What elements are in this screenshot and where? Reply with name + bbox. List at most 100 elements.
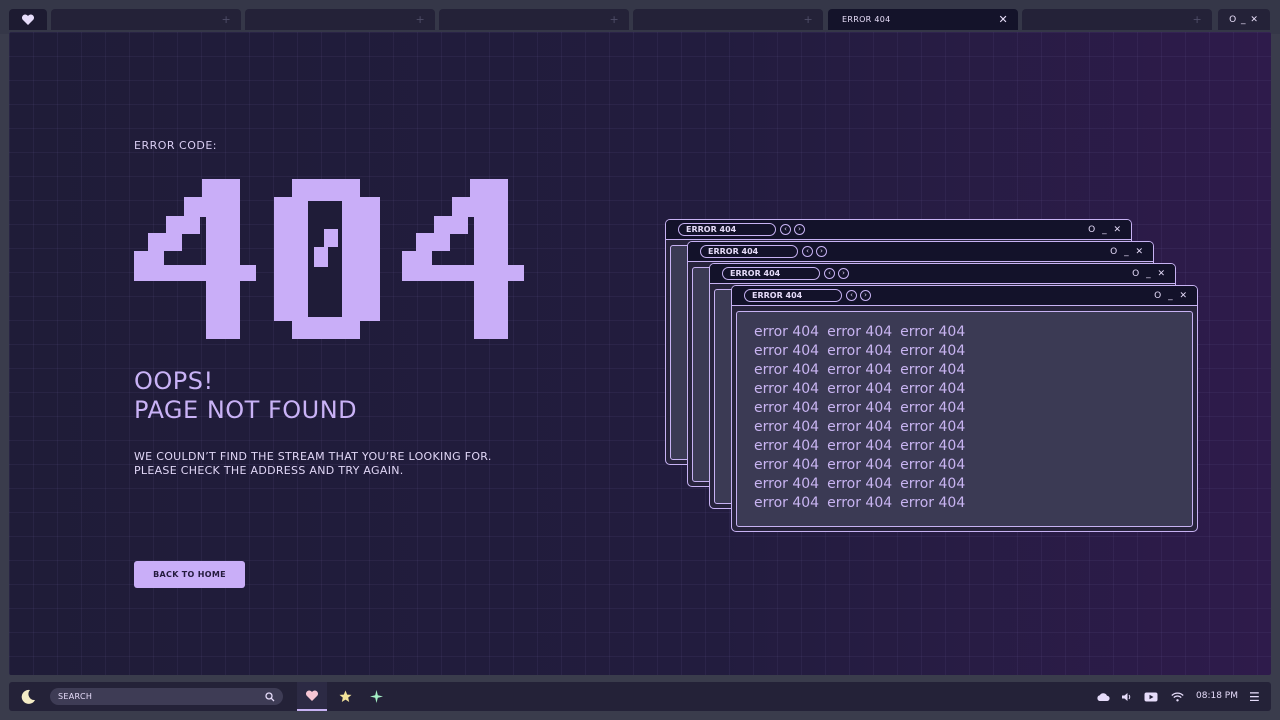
window-title: ERROR 404	[700, 245, 798, 258]
moon-icon[interactable]	[19, 688, 37, 706]
error-text-item: error 404	[900, 361, 966, 378]
window-body: error 404 error 404 error 404 error 404 erro…	[736, 311, 1193, 527]
error-text-item: error 404	[827, 475, 893, 492]
error-text-item: error 404	[754, 342, 820, 359]
error-text-item: error 404	[900, 418, 966, 435]
error-text-item: error 404	[754, 399, 820, 416]
error-text-item: error 404	[827, 418, 893, 435]
search-input[interactable]: SEARCH	[50, 688, 283, 705]
back-arrow-icon[interactable]: ‹	[780, 224, 791, 235]
plus-icon[interactable]: +	[221, 13, 231, 26]
error-text-item: error 404	[754, 361, 820, 378]
error-text-item: error 404	[827, 456, 893, 473]
window-controls[interactable]: O _ ✕	[1218, 9, 1270, 30]
back-arrow-icon[interactable]: ‹	[824, 268, 835, 279]
error-text-item: error 404	[754, 494, 820, 511]
error-text-row: error 404 error 404 error 404	[754, 341, 965, 360]
heart-icon	[21, 13, 35, 25]
sparkle-icon	[369, 690, 383, 703]
taskbar-app-sparkle[interactable]	[361, 682, 391, 711]
window-titlebar[interactable]: ERROR 404 ‹ › O _ ✕	[710, 264, 1175, 284]
tab-bar: + + + + ERROR 404 ✕ + O _ ✕	[0, 0, 1280, 34]
forward-arrow-icon[interactable]: ›	[860, 290, 871, 301]
search-icon[interactable]	[265, 691, 275, 702]
page-heading: OOPS! PAGE NOT FOUND	[134, 367, 357, 425]
error-text-item: error 404	[827, 494, 893, 511]
error-text-item: error 404	[754, 456, 820, 473]
error-text-row: error 404 error 404 error 404	[754, 474, 965, 493]
window-title: ERROR 404	[722, 267, 820, 280]
plus-icon[interactable]: +	[415, 13, 425, 26]
window-controls[interactable]: O _ ✕	[1132, 269, 1167, 279]
plus-icon[interactable]: +	[803, 13, 813, 26]
volume-icon[interactable]	[1120, 690, 1134, 703]
error-text-row: error 404 error 404 error 404	[754, 436, 965, 455]
menu-icon[interactable]: ☰	[1249, 690, 1260, 704]
error-text-item: error 404	[827, 437, 893, 454]
error-text-row: error 404 error 404 error 404	[754, 360, 965, 379]
tab-4[interactable]: +	[633, 9, 823, 30]
window-controls[interactable]: O _ ✕	[1088, 225, 1123, 235]
tab-error-404[interactable]: ERROR 404 ✕	[828, 9, 1018, 30]
heading-line-2: PAGE NOT FOUND	[134, 396, 358, 424]
error-text-row: error 404 error 404 error 404	[754, 322, 965, 341]
description-line-1: WE COULDN’T FIND THE STREAM THAT YOU’RE …	[134, 450, 492, 463]
error-text-item: error 404	[827, 361, 893, 378]
window-titlebar[interactable]: ERROR 404 ‹ › O _ ✕	[732, 286, 1197, 306]
back-arrow-icon[interactable]: ‹	[802, 246, 813, 257]
window-controls[interactable]: O _ ✕	[1110, 247, 1145, 257]
plus-icon[interactable]: +	[1192, 13, 1202, 26]
tab-2[interactable]: +	[245, 9, 435, 30]
error-text-item: error 404	[900, 323, 966, 340]
error-text-item: error 404	[754, 437, 820, 454]
tab-1[interactable]: +	[51, 9, 241, 30]
heart-icon	[305, 689, 319, 701]
window-title: ERROR 404	[744, 289, 842, 302]
error-text-item: error 404	[900, 475, 966, 492]
window-title: ERROR 404	[678, 223, 776, 236]
error-text-item: error 404	[827, 399, 893, 416]
error-text-item: error 404	[754, 418, 820, 435]
cloud-icon[interactable]	[1096, 690, 1110, 703]
window-controls[interactable]: O _ ✕	[1154, 291, 1189, 301]
system-clock: 08:18 PM	[1196, 691, 1238, 701]
error-text-item: error 404	[827, 323, 893, 340]
error-text-item: error 404	[900, 437, 966, 454]
error-description: WE COULDN’T FIND THE STREAM THAT YOU’RE …	[134, 450, 492, 478]
tab-6[interactable]: +	[1022, 9, 1212, 30]
taskbar-app-star[interactable]	[330, 682, 360, 711]
forward-arrow-icon[interactable]: ›	[794, 224, 805, 235]
error-text-item: error 404	[827, 342, 893, 359]
error-window-front[interactable]: ERROR 404 ‹ › O _ ✕ error 404 error 404 er…	[731, 285, 1198, 532]
description-line-2: PLEASE CHECK THE ADDRESS AND TRY AGAIN.	[134, 464, 404, 477]
heading-line-1: OOPS!	[134, 367, 214, 395]
close-icon[interactable]: ✕	[998, 13, 1008, 26]
error-code-label: ERROR CODE:	[134, 139, 217, 152]
error-text-item: error 404	[827, 380, 893, 397]
taskbar-app-heart[interactable]	[297, 682, 327, 711]
error-text-row: error 404 error 404 error 404	[754, 493, 965, 512]
search-label: SEARCH	[58, 692, 93, 701]
tab-home-heart[interactable]	[9, 9, 47, 30]
error-text-item: error 404	[900, 380, 966, 397]
forward-arrow-icon[interactable]: ›	[838, 268, 849, 279]
taskbar: SEARCH 08:18 PM ☰	[9, 682, 1271, 711]
media-player-icon[interactable]	[1144, 690, 1158, 703]
error-text-item: error 404	[754, 323, 820, 340]
back-to-home-button[interactable]: BACK TO HOME	[134, 561, 245, 588]
main-panel: ERROR CODE: OOPS! PAGE NOT FOUND WE COUL…	[9, 32, 1271, 675]
wifi-icon[interactable]	[1170, 690, 1184, 703]
back-arrow-icon[interactable]: ‹	[846, 290, 857, 301]
error-text-row: error 404 error 404 error 404	[754, 379, 965, 398]
error-text-row: error 404 error 404 error 404	[754, 398, 965, 417]
window-titlebar[interactable]: ERROR 404 ‹ › O _ ✕	[688, 242, 1153, 262]
error-text-row: error 404 error 404 error 404	[754, 455, 965, 474]
tab-3[interactable]: +	[439, 9, 629, 30]
plus-icon[interactable]: +	[609, 13, 619, 26]
error-text-item: error 404	[900, 342, 966, 359]
error-text-grid: error 404 error 404 error 404 error 404 erro…	[754, 322, 965, 512]
error-text-item: error 404	[900, 399, 966, 416]
error-text-item: error 404	[900, 494, 966, 511]
window-titlebar[interactable]: ERROR 404 ‹ › O _ ✕	[666, 220, 1131, 240]
forward-arrow-icon[interactable]: ›	[816, 246, 827, 257]
